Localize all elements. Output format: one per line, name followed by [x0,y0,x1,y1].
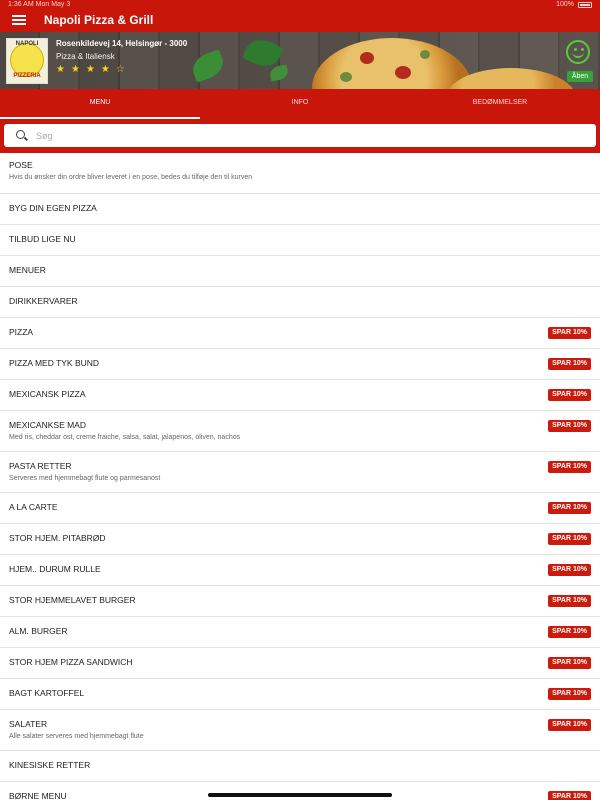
restaurant-cuisine: Pizza & Italiensk [56,52,115,61]
menu-category-row[interactable]: A LA CARTE SPAR 10% [0,493,600,524]
menu-category-name: BYG DIN EGEN PIZZA [9,203,97,213]
status-bar: 1:36 AM Mon May 3 100% [0,0,600,10]
discount-badge: SPAR 10% [548,461,591,473]
home-indicator[interactable] [208,793,392,797]
menu-category-name: BØRNE MENU [9,791,67,800]
star-icon: ★ [56,64,65,75]
menu-category-list: POSE Hvis du ønsker din ordre bliver leve… [0,153,600,800]
menu-category-row[interactable]: KINESISKE RETTER [0,751,600,782]
menu-category-name: ALM. BURGER [9,626,68,636]
menu-category-row[interactable]: PIZZA SPAR 10% [0,318,600,349]
menu-category-name: DIRIKKERVARER [9,296,78,306]
discount-badge: SPAR 10% [548,595,591,607]
status-right: 100% [556,1,592,8]
discount-badge: SPAR 10% [548,533,591,545]
menu-category-row[interactable]: TILBUD LIGE NU [0,225,600,256]
discount-badge: SPAR 10% [548,719,591,731]
battery-icon [578,1,592,8]
menu-category-description: Hvis du ønsker din ordre bliver leveret … [9,174,253,181]
star-empty-icon: ☆ [115,64,125,75]
discount-badge: SPAR 10% [548,502,591,514]
logo-text-top: NAPOLI [15,41,39,47]
menu-category-description: Alle salater serveres med hjemmebagt flu… [9,733,144,740]
menu-category-row[interactable]: PASTA RETTER Serveres med hjemmebagt flut… [0,452,600,493]
menu-category-name: PIZZA [9,327,34,337]
open-status-badge: Åben [567,71,593,82]
tab-menu[interactable]: MENU [0,89,200,119]
menu-category-row[interactable]: STOR HJEMMELAVET BURGER SPAR 10% [0,586,600,617]
menu-category-row[interactable]: BAGT KARTOFFEL SPAR 10% [0,679,600,710]
discount-badge: SPAR 10% [548,657,591,669]
search-input[interactable] [36,127,576,144]
menu-category-name: POSE [9,160,33,170]
discount-badge: SPAR 10% [548,791,591,800]
menu-category-row[interactable]: BYG DIN EGEN PIZZA [0,194,600,225]
menu-category-name: PIZZA MED TYK BUND [9,358,100,368]
menu-category-name: STOR HJEM. PITABRØD [9,533,106,543]
menu-category-row[interactable]: BØRNE MENU SPAR 10% [0,782,600,800]
menu-category-name: HJEM.. DURUM RULLE [9,564,101,574]
discount-badge: SPAR 10% [548,564,591,576]
pizzeria-emblem-icon [10,43,44,77]
app-bar: Napoli Pizza & Grill [0,10,600,32]
discount-badge: SPAR 10% [548,327,591,339]
menu-category-name: STOR HJEMMELAVET BURGER [9,595,136,605]
star-icon: ★ [100,64,110,75]
app-title: Napoli Pizza & Grill [44,13,154,27]
menu-category-name: A LA CARTE [9,502,58,512]
status-time: 1:36 AM Mon May 3 [8,1,71,8]
discount-badge: SPAR 10% [548,626,591,638]
search-bar [0,119,600,153]
menu-category-row[interactable]: HJEM.. DURUM RULLE SPAR 10% [0,555,600,586]
discount-badge: SPAR 10% [548,688,591,700]
tab-info[interactable]: INFO [200,89,400,119]
menu-category-row[interactable]: MENUER [0,256,600,287]
menu-category-row[interactable]: STOR HJEM. PITABRØD SPAR 10% [0,524,600,555]
menu-category-row[interactable]: ALM. BURGER SPAR 10% [0,617,600,648]
menu-category-name: MEXICANSK PIZZA [9,389,86,399]
discount-badge: SPAR 10% [548,389,591,401]
restaurant-address: Rosenkildevej 14, Helsingør - 3000 [56,39,188,48]
battery-percent: 100% [556,1,574,8]
menu-category-name: BAGT KARTOFFEL [9,688,85,698]
menu-category-name: TILBUD LIGE NU [9,234,76,244]
menu-category-name: STOR HJEM PIZZA SANDWICH [9,657,133,667]
menu-category-description: Med ris, cheddar ost, creme fraiche, sal… [9,434,241,441]
menu-category-name: KINESISKE RETTER [9,760,91,770]
menu-category-row[interactable]: MEXICANKSE MAD Med ris, cheddar ost, crem… [0,411,600,452]
menu-category-row[interactable]: STOR HJEM PIZZA SANDWICH SPAR 10% [0,648,600,679]
discount-badge: SPAR 10% [548,420,591,432]
menu-category-name: MEXICANKSE MAD [9,420,86,430]
discount-badge: SPAR 10% [548,358,591,370]
restaurant-logo: NAPOLI PIZZERIA [6,38,48,84]
menu-category-name: PASTA RETTER [9,461,72,471]
menu-category-row[interactable]: POSE Hvis du ønsker din ordre bliver leve… [0,153,600,194]
menu-category-row[interactable]: DIRIKKERVARER [0,287,600,318]
search-box[interactable] [4,124,596,147]
star-icon: ★ [85,64,95,75]
menu-category-description: Serveres med hjemmebagt flute og parmesa… [9,475,161,482]
logo-text-bottom: PIZZERIA [13,73,41,79]
menu-category-row[interactable]: SALATER Alle salater serveres med hjemmeb… [0,710,600,751]
menu-category-row[interactable]: MEXICANSK PIZZA SPAR 10% [0,380,600,411]
search-icon [16,130,25,139]
tab-bar: MENU INFO BEDØMMELSER [0,89,600,119]
menu-category-name: SALATER [9,719,48,729]
star-icon: ★ [70,64,80,75]
hamburger-menu-icon[interactable] [12,13,26,27]
menu-category-row[interactable]: PIZZA MED TYK BUND SPAR 10% [0,349,600,380]
rating-stars: ★ ★ ★ ★ ☆ [56,64,125,75]
smiley-hygiene-icon [566,40,590,64]
tab-reviews[interactable]: BEDØMMELSER [400,89,600,119]
menu-category-name: MENUER [9,265,46,275]
